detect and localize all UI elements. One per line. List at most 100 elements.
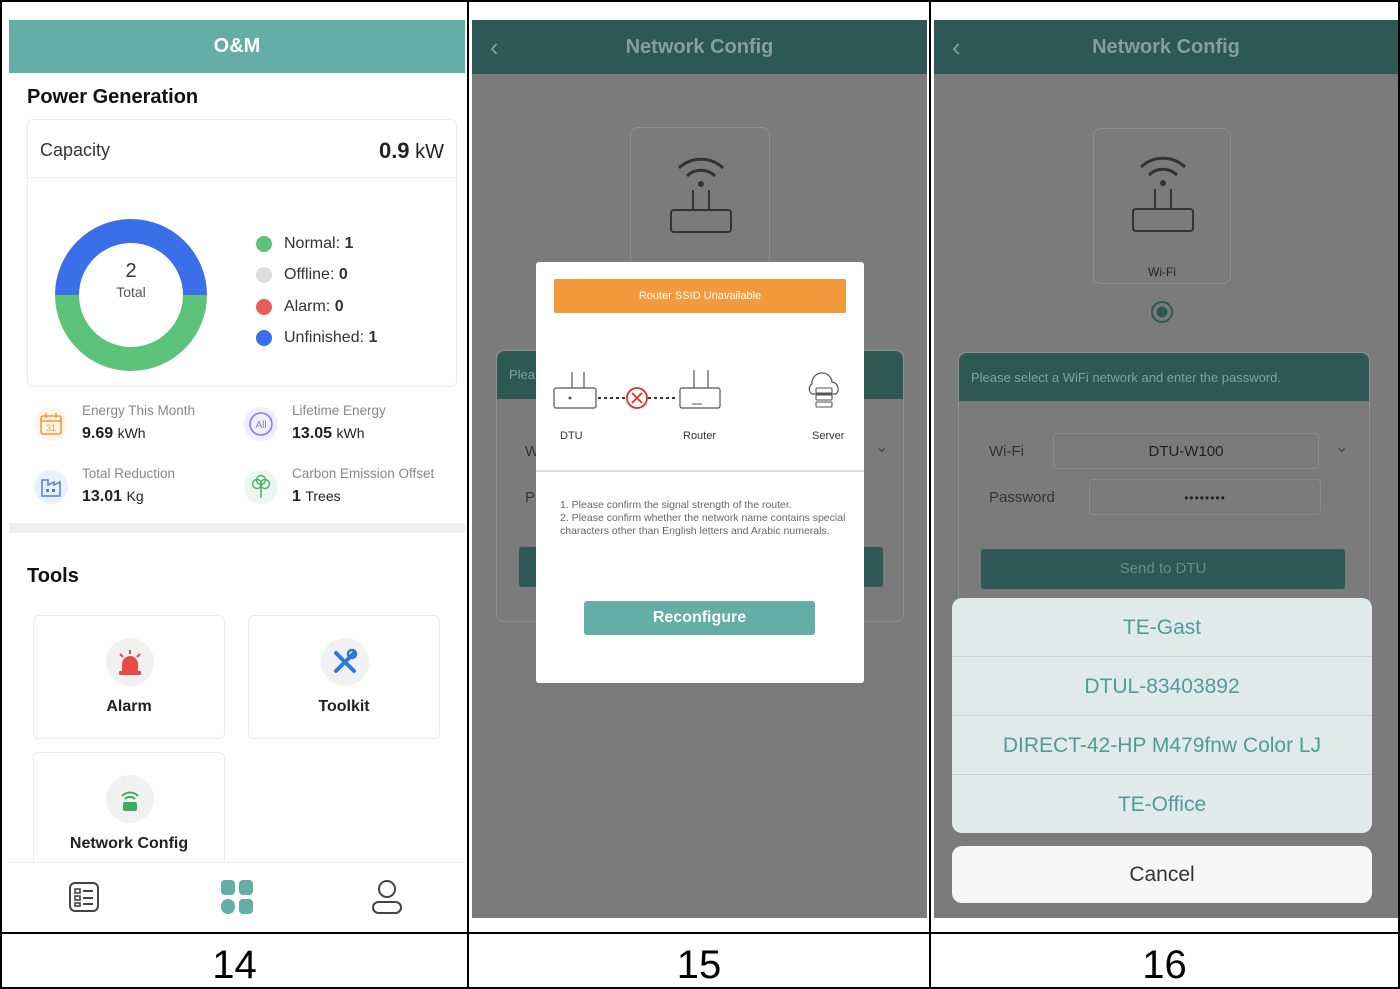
- wifi-select[interactable]: DTU-W100: [1053, 433, 1319, 469]
- network-config-icon: [106, 775, 154, 823]
- stat-title: Energy This Month: [82, 403, 196, 418]
- capacity-value: 0.9: [378, 138, 410, 163]
- legend-dot-normal: [256, 235, 272, 252]
- caption-15: 15: [676, 943, 722, 987]
- chevron-down-icon[interactable]: ⌄: [1335, 437, 1348, 457]
- network-config-header: ‹ Network Config: [472, 20, 927, 74]
- stat-title: Carbon Emission Offset: [292, 466, 435, 481]
- error-dialog: Router SSID Unavailable DTU Router Serve…: [536, 262, 864, 683]
- network-select-screen: ‹ Network Config Wi-Fi Please select a W…: [934, 20, 1398, 918]
- reconfigure-button[interactable]: Reconfigure: [584, 601, 815, 635]
- dtu-device-icon: [553, 372, 597, 409]
- wifi-options-sheet: TE-Gast DTUL-83403892 DIRECT-42-HP M479f…: [952, 598, 1372, 833]
- stat-value-group: 9.69 kWh: [82, 425, 146, 442]
- connection-diagram: [553, 370, 839, 409]
- donut-center: 2 Total: [50, 214, 212, 376]
- legend-dot-offline: [256, 267, 272, 284]
- stat-value-group: 13.05 kWh: [292, 425, 365, 442]
- wifi-label: Wi-Fi: [989, 443, 1024, 460]
- troubleshoot-notes: 1. Please confirm the signal strength of…: [560, 499, 850, 538]
- legend-unfinished: Unfinished: 1: [256, 323, 377, 355]
- svg-text:31: 31: [46, 423, 56, 433]
- alarm-icon: [106, 638, 154, 686]
- power-generation-title: Power Generation: [27, 86, 199, 108]
- network-config-error-screen: ‹ Network Config Plea W P ⌄ Router SSID …: [472, 20, 927, 918]
- column-divider-2: [929, 0, 931, 989]
- caption-16: 16: [1142, 943, 1187, 987]
- bottom-navigation: [9, 862, 465, 932]
- status-legend: Normal: 1 Offline: 0 Alarm: 0 Unfinished…: [256, 228, 377, 354]
- list-icon[interactable]: [68, 881, 100, 913]
- grid-icon[interactable]: [221, 880, 253, 914]
- back-chevron-icon[interactable]: ‹: [952, 20, 961, 74]
- wifi-radio-selected[interactable]: [1150, 300, 1174, 324]
- caption-14: 14: [212, 943, 257, 987]
- header-title: Network Config: [625, 36, 774, 58]
- capacity-card: Capacity 0.9 kW 2 Total Normal: 1 Offlin…: [27, 119, 457, 387]
- factory-icon: [34, 470, 68, 504]
- screenshot-frame: O&M Power Generation Capacity 0.9 kW 2 T…: [0, 0, 1400, 989]
- section-divider: [9, 523, 465, 533]
- all-icon: All: [244, 407, 278, 441]
- calendar-icon: 31: [34, 407, 68, 441]
- send-to-dtu-button[interactable]: Send to DTU: [981, 549, 1345, 589]
- password-field[interactable]: ••••••••: [1089, 479, 1321, 515]
- wifi-device-card: [630, 127, 770, 267]
- legend-offline: Offline: 0: [256, 260, 377, 292]
- capacity-unit: kW: [415, 141, 444, 163]
- legend-normal: Normal: 1: [256, 228, 377, 260]
- tool-label: Toolkit: [318, 698, 370, 715]
- chevron-down-icon: ⌄: [875, 439, 889, 456]
- donut-total: 2: [125, 260, 137, 282]
- wifi-option[interactable]: TE-Gast: [952, 598, 1372, 657]
- tool-label: Alarm: [106, 698, 152, 715]
- wifi-router-icon: [670, 157, 732, 233]
- capacity-label: Capacity: [40, 140, 111, 160]
- tool-alarm-button[interactable]: Alarm: [33, 615, 225, 739]
- tree-icon: [244, 470, 278, 504]
- partial-instruction: Plea: [509, 367, 536, 382]
- wifi-router-icon: [1132, 156, 1194, 232]
- user-icon[interactable]: [371, 879, 403, 915]
- router-device-icon: [679, 370, 721, 409]
- wifi-instruction: Please select a WiFi network and enter t…: [971, 370, 1281, 385]
- svg-text:All: All: [255, 420, 266, 431]
- legend-dot-alarm: [256, 298, 272, 315]
- network-config-header: ‹ Network Config: [934, 20, 1398, 74]
- tool-network-config-button[interactable]: Network Config: [33, 752, 225, 876]
- wifi-option[interactable]: DIRECT-42-HP M479fnw Color LJ: [952, 716, 1372, 775]
- wifi-card-label: Wi-Fi: [1148, 265, 1176, 279]
- tool-toolkit-button[interactable]: Toolkit: [248, 615, 440, 739]
- wifi-device-card[interactable]: Wi-Fi: [1093, 128, 1231, 284]
- tools-title: Tools: [27, 565, 79, 587]
- disconnect-x-icon: [626, 387, 648, 409]
- back-chevron-icon[interactable]: ‹: [490, 20, 499, 74]
- node-label-dtu: DTU: [560, 430, 583, 442]
- caption-divider: [0, 932, 1400, 934]
- wifi-option[interactable]: TE-Office: [952, 775, 1372, 833]
- stat-title: Total Reduction: [82, 466, 176, 481]
- cancel-button[interactable]: Cancel: [952, 846, 1372, 903]
- om-header-title: O&M: [9, 20, 465, 73]
- tool-label: Network Config: [69, 835, 189, 852]
- stat-title: Lifetime Energy: [292, 403, 386, 418]
- legend-dot-unfinished: [256, 330, 272, 347]
- frame-border-left: [0, 0, 2, 989]
- note-line: 2. Please confirm whether the network na…: [560, 512, 846, 537]
- column-divider-1: [467, 0, 469, 989]
- partial-password-label: P: [525, 489, 536, 506]
- node-label-server: Server: [812, 430, 845, 442]
- capacity-row: Capacity 0.9 kW: [28, 120, 456, 178]
- stat-value-group: 1 Trees: [292, 488, 341, 505]
- node-label-router: Router: [683, 430, 717, 442]
- router-ssid-warning: Router SSID Unavailable: [554, 279, 846, 313]
- om-screen: O&M Power Generation Capacity 0.9 kW 2 T…: [9, 20, 465, 932]
- header-title: Network Config: [1092, 36, 1240, 58]
- toolkit-icon: [321, 638, 369, 686]
- wifi-option[interactable]: DTUL-83403892: [952, 657, 1372, 716]
- legend-alarm: Alarm: 0: [256, 291, 377, 323]
- stat-value-group: 13.01 Kg: [82, 488, 144, 505]
- frame-border-top: [0, 0, 1400, 2]
- capacity-value-group: 0.9 kW: [379, 138, 444, 164]
- password-label: Password: [989, 489, 1055, 506]
